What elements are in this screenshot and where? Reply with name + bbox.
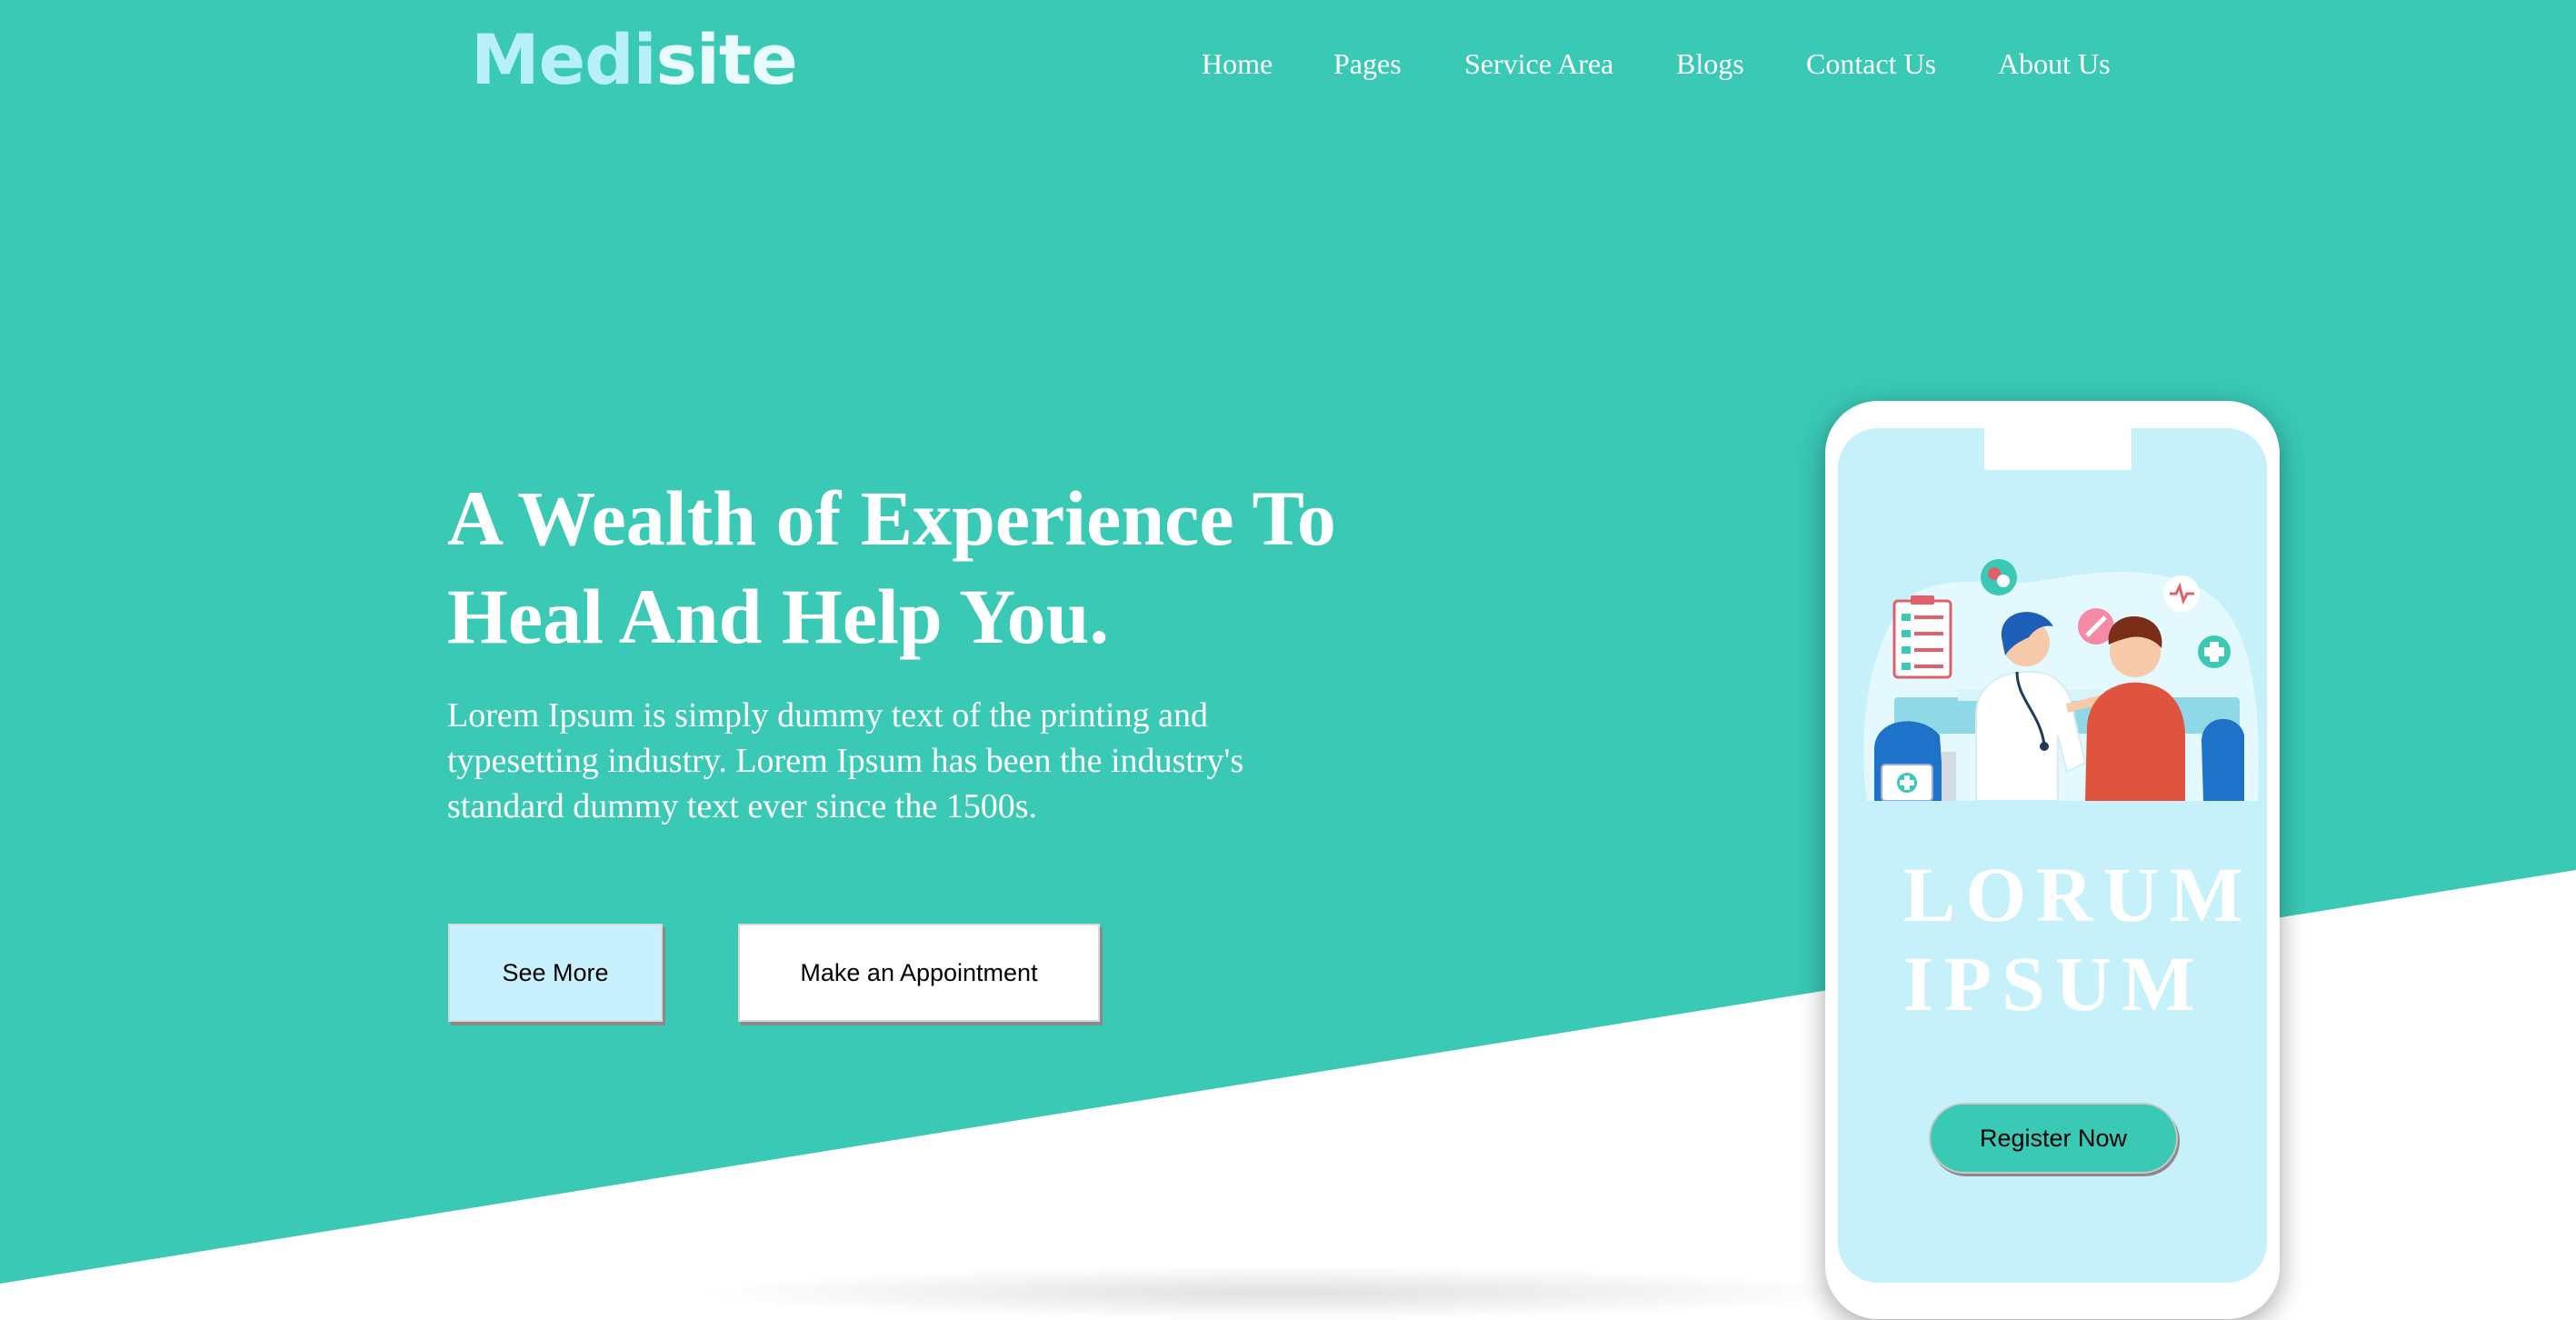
logo-part-1: Medi [471, 19, 657, 100]
nav-about-us[interactable]: About Us [1998, 47, 2111, 81]
hero-paragraph: Lorem Ipsum is simply dummy text of the … [447, 696, 1244, 825]
nav-service-area[interactable]: Service Area [1464, 47, 1613, 81]
see-more-button[interactable]: See More [448, 924, 663, 1022]
hero-headline: A Wealth of Experience To Heal And Help … [447, 469, 1493, 665]
phone-title: LORUM IPSUM [1903, 850, 2285, 1028]
headline-line-1: A Wealth of Experience To [447, 475, 1336, 562]
shadow [691, 1265, 1872, 1320]
logo-part-2: site [655, 19, 798, 100]
site-logo[interactable]: Medisite [471, 25, 798, 95]
phone-title-line-1: LORUM [1903, 851, 2253, 938]
nav-home[interactable]: Home [1202, 47, 1273, 81]
register-now-button[interactable]: Register Now [1929, 1103, 2178, 1174]
phone-notch [1984, 428, 2132, 470]
doctor-patient-illustration [1863, 559, 2259, 801]
phone-title-line-2: IPSUM [1903, 940, 2206, 1027]
make-appointment-button[interactable]: Make an Appointment [738, 924, 1100, 1022]
nav-contact-us[interactable]: Contact Us [1806, 47, 1936, 81]
headline-line-2: Heal And Help You. [447, 573, 1109, 660]
nav-pages[interactable]: Pages [1333, 47, 1402, 81]
nav-blogs[interactable]: Blogs [1676, 47, 1744, 81]
